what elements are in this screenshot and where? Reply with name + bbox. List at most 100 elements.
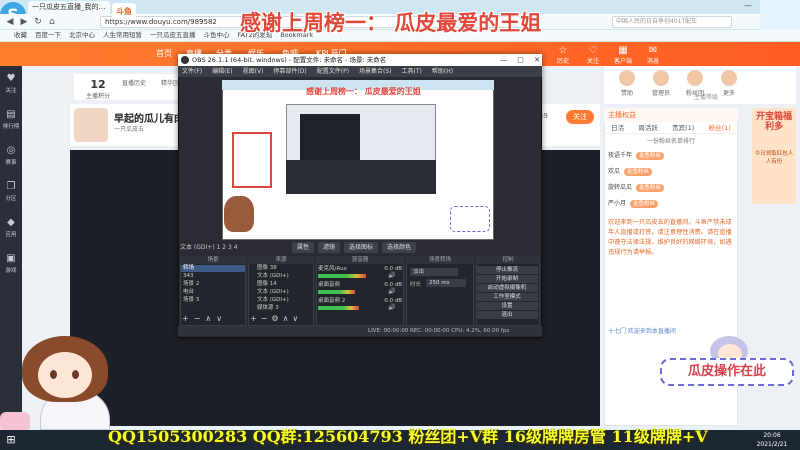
- chat-user-name[interactable]: 严小月: [608, 200, 626, 207]
- right-top-icon[interactable]: 赞助: [612, 70, 642, 97]
- obs-menu-item[interactable]: 配置文件(P): [317, 66, 349, 77]
- browser-search-input[interactable]: 中国人民的日自争创401T配车: [612, 16, 732, 28]
- obs-menu-item[interactable]: 帮助(H): [432, 66, 453, 77]
- source-item[interactable]: 文本 (GDI+): [249, 289, 313, 296]
- obs-menu-item[interactable]: 工具(T): [402, 66, 422, 77]
- obs-control-button[interactable]: 设置: [476, 302, 538, 310]
- nav-item[interactable]: 直播: [186, 47, 202, 61]
- obs-menu-item[interactable]: 场景集合(S): [359, 66, 392, 77]
- source-item[interactable]: 媒体源 3: [249, 305, 313, 312]
- obs-control-button[interactable]: 开始录制: [476, 275, 538, 283]
- room-stat[interactable]: 直播历史: [114, 78, 154, 87]
- obs-close-icon[interactable]: ✕: [534, 54, 540, 66]
- obs-minimize-icon[interactable]: —: [500, 54, 507, 66]
- mixer-channel-name: 桌面音频: [318, 282, 341, 288]
- chat-tab[interactable]: 贵宾(1): [672, 122, 694, 133]
- source-item[interactable]: 图像 38: [249, 265, 313, 272]
- header-icon-button[interactable]: ✉ 消息: [638, 45, 668, 65]
- bookmark-item[interactable]: 百度一下: [35, 30, 61, 41]
- selected-source-box[interactable]: [232, 132, 272, 188]
- scene-item[interactable]: 场景 2: [181, 281, 245, 288]
- nav-item[interactable]: KPL开门: [316, 47, 347, 61]
- header-icon-button[interactable]: ♡ 关注: [578, 45, 608, 65]
- side-ad-title: 开宝箱福利多: [755, 112, 792, 132]
- minimize-icon[interactable]: —: [744, 1, 752, 13]
- home-icon[interactable]: ⌂: [46, 16, 58, 28]
- sidebar-item[interactable]: ❐ 分区: [0, 180, 22, 208]
- room-stat[interactable]: 精华区: [150, 78, 190, 87]
- obs-maximize-icon[interactable]: ▢: [517, 54, 524, 66]
- chat-user-name[interactable]: 夜语千年: [608, 152, 632, 159]
- obs-window-controls: — ▢ ✕: [500, 54, 540, 66]
- sidebar-item[interactable]: ▣ 游戏: [0, 252, 22, 280]
- scene-item[interactable]: 场景 3: [181, 297, 245, 304]
- right-top-icon[interactable]: 更多: [714, 70, 744, 97]
- chat-panel-header[interactable]: 主播权益: [604, 108, 738, 122]
- room-stat-value: 12: [90, 78, 106, 91]
- mixer-volume-icon[interactable]: 🔊: [388, 288, 395, 295]
- forward-icon[interactable]: ▶: [18, 16, 30, 28]
- bookmark-item[interactable]: 一只瓜皮五直播: [150, 30, 196, 41]
- nav-item[interactable]: 首页: [156, 47, 172, 61]
- source-item[interactable]: 文本 (GDI+): [249, 297, 313, 304]
- obs-toolbar-button[interactable]: 滤镜: [318, 242, 341, 253]
- transition-select[interactable]: 淡出: [410, 268, 458, 276]
- nav-item[interactable]: 分类: [216, 47, 232, 61]
- obs-toolbar-button[interactable]: 选择图标: [344, 242, 379, 253]
- windows-start-icon[interactable]: ⊞: [4, 433, 18, 447]
- obs-menu-item[interactable]: 编辑(E): [212, 66, 232, 77]
- source-list-toolbar[interactable]: +−⚙∧∨: [250, 314, 302, 323]
- obs-control-button[interactable]: 工作室模式: [476, 293, 538, 301]
- bookmark-item[interactable]: 收藏: [14, 30, 27, 41]
- sidebar-item[interactable]: ◆ 应用: [0, 216, 22, 244]
- right-top-icon-graphic: [619, 70, 635, 86]
- chat-user-name[interactable]: 欢瓜: [608, 168, 620, 175]
- obs-menu-item[interactable]: 文件(F): [182, 66, 202, 77]
- refresh-icon[interactable]: ↻: [32, 16, 44, 28]
- sidebar-item[interactable]: ♥ 关注: [0, 72, 22, 100]
- bookmark-item[interactable]: 斗鱼中心: [204, 30, 230, 41]
- bookmark-item[interactable]: 人生常用短暂: [103, 30, 142, 41]
- obs-control-button[interactable]: 退出: [476, 311, 538, 319]
- obs-control-button[interactable]: 启动虚拟摄像机: [476, 284, 538, 292]
- transition-duration-label: 时长: [410, 282, 422, 288]
- chat-tab[interactable]: 粉丝(1): [709, 122, 731, 133]
- sidebar-item[interactable]: ▤ 排行榜: [0, 108, 22, 136]
- obs-toolbar-button[interactable]: 属性: [292, 242, 315, 253]
- follow-button[interactable]: 关注: [566, 110, 594, 124]
- source-item[interactable]: 文本 (GDI+): [249, 273, 313, 280]
- header-icon-button[interactable]: ☆ 历史: [548, 45, 578, 65]
- chat-tab[interactable]: 周活跃: [638, 122, 658, 133]
- mixer-volume-icon[interactable]: 🔊: [388, 272, 395, 279]
- room-stat[interactable]: 12 主播积分: [78, 78, 118, 100]
- obs-menu-item[interactable]: 停靠部件(D): [273, 66, 306, 77]
- back-icon[interactable]: ◀: [4, 16, 16, 28]
- sidebar-item[interactable]: ◎ 赛事: [0, 144, 22, 172]
- right-top-icon[interactable]: 粉丝团: [680, 70, 710, 97]
- browser-tab-active[interactable]: 一只瓜皮五直播_我的小…: [28, 1, 110, 14]
- chat-tab[interactable]: 日活: [611, 122, 624, 133]
- scene-item[interactable]: 343: [181, 273, 245, 280]
- streamer-avatar[interactable]: [74, 108, 108, 142]
- obs-control-button[interactable]: 停止推流: [476, 266, 538, 274]
- scene-item[interactable]: 电台: [181, 289, 245, 296]
- nested-overlay-banner: 感谢上周榜一： 瓜皮最爱的王姐: [306, 87, 421, 96]
- obs-menu-item[interactable]: 视图(V): [243, 66, 264, 77]
- bookmark-item[interactable]: 北京中心: [69, 30, 95, 41]
- transition-duration-input[interactable]: 250 ms: [426, 279, 466, 287]
- nav-item[interactable]: 娱乐: [248, 47, 264, 61]
- header-icon-button[interactable]: ▦ 客户端: [608, 45, 638, 65]
- scene-list-toolbar[interactable]: +−∧∨: [182, 314, 227, 323]
- chat-line: 欢瓜 金鱼粉丝: [608, 166, 734, 178]
- sources-dock-title: 来源: [248, 256, 314, 264]
- room-notice: 欢迎来到一只瓜皮五的直播间。斗鱼严禁未成年人直播或打赏，请注意理性消费。请在直播…: [608, 219, 732, 256]
- mixer-volume-icon[interactable]: 🔊: [388, 304, 395, 311]
- chat-user-name[interactable]: 旋转瓜瓜: [608, 184, 632, 191]
- obs-toolbar-button[interactable]: 选择颜色: [382, 242, 417, 253]
- douyu-logo[interactable]: 斗鱼: [112, 3, 136, 20]
- nav-item[interactable]: 鱼吧: [282, 47, 298, 61]
- source-item[interactable]: 图像 14: [249, 281, 313, 288]
- chat-line: 夜语千年 金鱼粉丝: [608, 150, 734, 162]
- right-top-icon[interactable]: 管理员: [646, 70, 676, 97]
- scene-item[interactable]: 转场: [181, 265, 245, 272]
